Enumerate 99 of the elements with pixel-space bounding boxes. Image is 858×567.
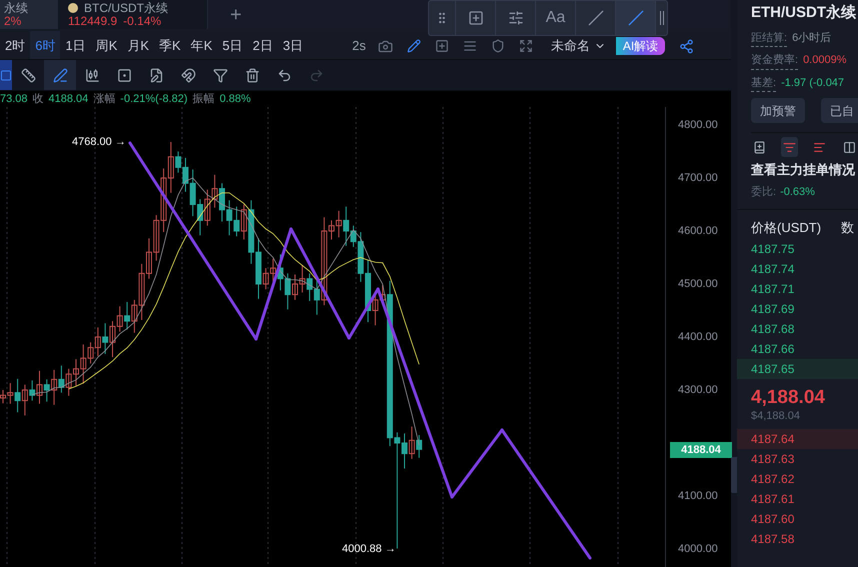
ask-price: 4187.69: [750, 300, 796, 318]
sliders-icon: [508, 10, 524, 26]
order-book-heading: 查看主力挂单情况: [751, 161, 856, 179]
interval-tab[interactable]: 月K: [122, 31, 154, 61]
axis-label: 4400.00: [678, 331, 718, 343]
ratio-value: -0.63%: [780, 184, 815, 200]
share-icon[interactable]: [679, 38, 694, 54]
add-icon: [752, 140, 766, 154]
tab-price: 112449.9: [68, 14, 118, 28]
info-label: 资金费率:: [751, 52, 798, 70]
camera-icon[interactable]: [378, 38, 393, 54]
interval-tab[interactable]: 5日: [217, 31, 248, 61]
square-icon: [0, 68, 12, 82]
bid-price: 4187.61: [750, 490, 796, 508]
interval-tab[interactable]: 3日: [278, 31, 308, 61]
symbol-tab[interactable]: 永续 2%: [0, 0, 58, 29]
axis-label: 4700.00: [678, 172, 718, 184]
current-price-tag: 4188.04: [670, 442, 732, 458]
ratio-label: 委比:: [751, 184, 776, 200]
stat-value: -0.21%(-8.82): [120, 92, 188, 107]
stat-value: 0.88%: [220, 92, 251, 107]
menu-icon[interactable]: [462, 39, 477, 53]
order-book-icon: [782, 140, 796, 154]
bid-price: 4187.64: [737, 428, 858, 448]
add-icon[interactable]: [434, 39, 449, 53]
tab-change: 2%: [4, 14, 22, 28]
view-tab[interactable]: [781, 137, 798, 157]
interval-tab[interactable]: 周K: [90, 31, 122, 61]
ask-price: 4187.66: [750, 340, 796, 358]
axis-label: 4000.00: [678, 543, 718, 555]
ask-price: 4187.74: [750, 260, 796, 278]
coin-icon: [68, 3, 78, 13]
toolbar-grip-icon[interactable]: [655, 1, 667, 35]
shield-icon[interactable]: [490, 39, 505, 53]
interval-tab[interactable]: 2日: [248, 31, 278, 61]
axis-label: 4600.00: [678, 225, 718, 237]
last-price: 4,188.04: [751, 386, 826, 408]
axis-label: 4800.00: [678, 119, 718, 131]
ruler-icon: [20, 68, 36, 82]
undo-icon: [276, 68, 292, 82]
panel-button[interactable]: 加预警: [751, 98, 805, 123]
list-icon: [813, 140, 826, 154]
column-header: 价格(USDT): [751, 219, 822, 237]
panel-button[interactable]: 已自: [821, 98, 858, 123]
symbol-tab[interactable]: BTC/USDT永续 112449.9 -0.14%: [58, 0, 208, 29]
axis-label: 4100.00: [678, 490, 718, 502]
redo-icon: [308, 68, 324, 82]
stat-label: 涨幅: [93, 92, 116, 107]
info-value: 0.0009%: [803, 53, 846, 68]
bid-price: 4187.58: [750, 530, 796, 548]
magnet-icon: [180, 68, 196, 82]
interval-tab[interactable]: 季K: [154, 31, 186, 61]
bid-price: 4187.60: [750, 510, 796, 528]
axis-label: 4500.00: [678, 278, 718, 290]
drawing-tool-button[interactable]: [44, 60, 76, 90]
info-label: 距结算:: [751, 30, 788, 47]
pen-icon: [52, 68, 68, 82]
floating-tool-button[interactable]: Aa: [535, 1, 575, 35]
line-icon: [628, 10, 644, 26]
candlestick-icon: [84, 68, 100, 82]
tab-symbol: 永续: [4, 2, 28, 14]
interval-tab[interactable]: 2时: [0, 31, 30, 61]
high-price-label: 4768.00 →: [72, 136, 126, 148]
stat-label: 收: [32, 92, 44, 107]
interval-tab[interactable]: 年K: [186, 31, 218, 61]
info-value: -1.97 (-0.047: [781, 76, 844, 90]
axis-label: 4300.00: [678, 384, 718, 396]
refresh-interval[interactable]: 2s: [352, 36, 366, 56]
interval-tab[interactable]: 6时: [30, 31, 60, 61]
ask-price: 4187.71: [750, 280, 796, 298]
info-value: 6小时后: [792, 30, 832, 46]
bid-price: 4187.63: [750, 450, 796, 468]
add-tab-button[interactable]: +: [230, 0, 242, 29]
columns-icon: [843, 140, 856, 154]
info-label: 基差:: [751, 74, 776, 92]
stat-value: 73.08: [0, 92, 28, 107]
note-edit-icon: [148, 68, 164, 82]
fullscreen-icon[interactable]: [518, 39, 533, 53]
ask-price: 4187.65: [737, 358, 858, 378]
stat-value: 4188.04: [48, 92, 88, 107]
ai-button[interactable]: AI解读: [616, 37, 666, 55]
interval-tab[interactable]: 1日: [60, 31, 91, 61]
line-icon: [588, 10, 604, 26]
low-price-label: 4000.88 →: [342, 543, 396, 555]
filter-icon: [212, 68, 228, 82]
ask-price: 4187.75: [750, 240, 796, 258]
column-header: 数: [841, 219, 854, 237]
delete-icon: [244, 68, 260, 82]
panel-collapse-handle[interactable]: [731, 457, 737, 493]
layout-dropdown[interactable]: 未命名: [550, 36, 606, 56]
pencil-icon[interactable]: [406, 39, 421, 53]
tab-symbol: BTC/USDT永续: [84, 2, 168, 14]
tab-change: -0.14%: [123, 14, 162, 28]
panel-title: ETH/USDT永续: [751, 3, 857, 23]
ask-price: 4187.68: [750, 320, 796, 338]
stat-label: 振幅: [192, 92, 215, 107]
last-price-usd: $4,188.04: [751, 408, 801, 422]
bid-price: 4187.62: [750, 470, 796, 488]
add-box-icon: [468, 10, 484, 26]
